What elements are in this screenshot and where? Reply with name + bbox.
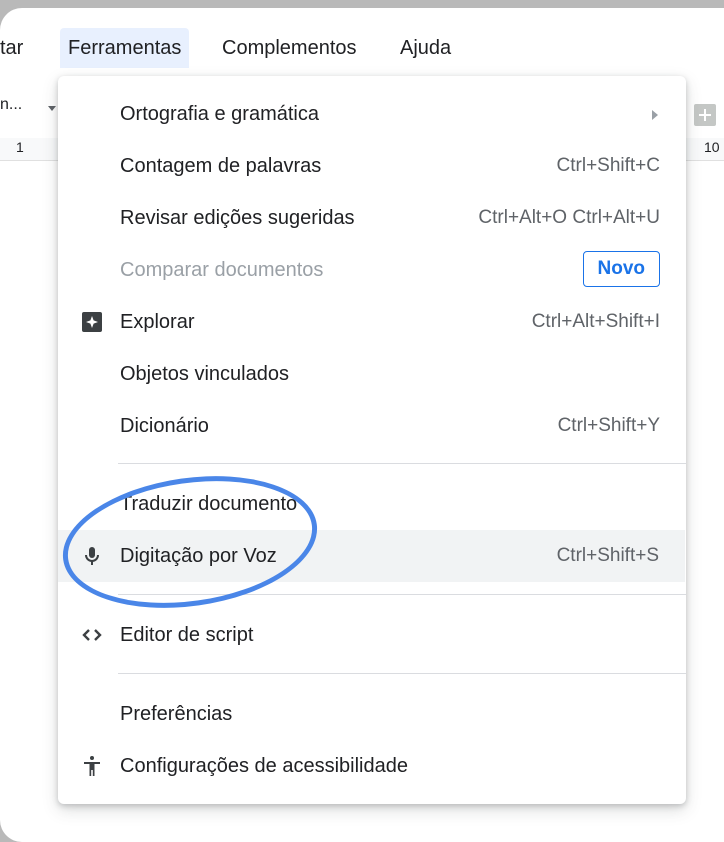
submenu-arrow-icon (652, 110, 658, 120)
menu-item-label: Contagem de palavras (120, 155, 322, 177)
menu-item-objetos[interactable]: Objetos vinculados (58, 348, 686, 400)
menu-item-label: Configurações de acessibilidade (120, 755, 408, 777)
menu-ajuda[interactable]: Ajuda (392, 28, 459, 68)
menu-item-label: Objetos vinculados (120, 363, 289, 385)
ruler-mark-right: 10 (704, 139, 720, 155)
menu-item-acessibilidade[interactable]: Configurações de acessibilidade (58, 740, 686, 792)
new-badge: Novo (582, 251, 660, 287)
explore-icon (82, 312, 102, 332)
menu-inserir[interactable]: tar (0, 28, 31, 68)
shortcut-text: Ctrl+Shift+S (556, 545, 659, 566)
menu-item-label: Preferências (120, 703, 233, 725)
menu-item-ortografia[interactable]: Ortografia e gramática (58, 88, 686, 140)
app-window: tar Ferramentas Complementos Ajuda n... … (0, 8, 724, 842)
menu-item-label: Editor de script (120, 624, 254, 646)
menu-item-comparar: Comparar documentos Novo (58, 244, 686, 296)
font-style-dropdown[interactable]: n... (0, 96, 22, 114)
menu-item-revisar[interactable]: Revisar edições sugeridas Ctrl+Alt+O Ctr… (58, 192, 686, 244)
menu-item-contagem[interactable]: Contagem de palavras Ctrl+Shift+C (58, 140, 686, 192)
menu-item-label: Comparar documentos (120, 259, 324, 281)
shortcut-text: Ctrl+Alt+O Ctrl+Alt+U (478, 207, 660, 228)
menu-divider (118, 673, 686, 674)
menu-bar: tar Ferramentas Complementos Ajuda (0, 28, 724, 68)
menu-item-label: Dicionário (120, 415, 209, 437)
accessibility-icon (84, 756, 100, 776)
shortcut-text: Ctrl+Alt+Shift+I (531, 311, 660, 332)
menu-item-label: Ortografia e gramática (120, 103, 319, 125)
menu-item-label: Revisar edições sugeridas (120, 207, 355, 229)
menu-ferramentas[interactable]: Ferramentas (60, 28, 190, 68)
menu-item-explorar[interactable]: Explorar Ctrl+Alt+Shift+I (58, 296, 686, 348)
menu-item-editor-script[interactable]: Editor de script (58, 609, 686, 661)
shortcut-text: Ctrl+Shift+C (556, 155, 660, 176)
menu-item-preferencias[interactable]: Preferências (58, 688, 686, 740)
shortcut-text: Ctrl+Shift+Y (557, 415, 660, 436)
add-comment-icon[interactable] (694, 104, 716, 126)
chevron-down-icon[interactable] (48, 106, 56, 111)
menu-item-dicionario[interactable]: Dicionário Ctrl+Shift+Y (58, 400, 686, 452)
code-icon (82, 629, 102, 641)
ruler-mark-left: 1 (16, 139, 24, 155)
menu-complementos[interactable]: Complementos (214, 28, 365, 68)
ferramentas-dropdown: Ortografia e gramática Contagem de palav… (58, 76, 686, 804)
menu-divider (118, 463, 686, 464)
menu-item-label: Explorar (120, 311, 195, 333)
